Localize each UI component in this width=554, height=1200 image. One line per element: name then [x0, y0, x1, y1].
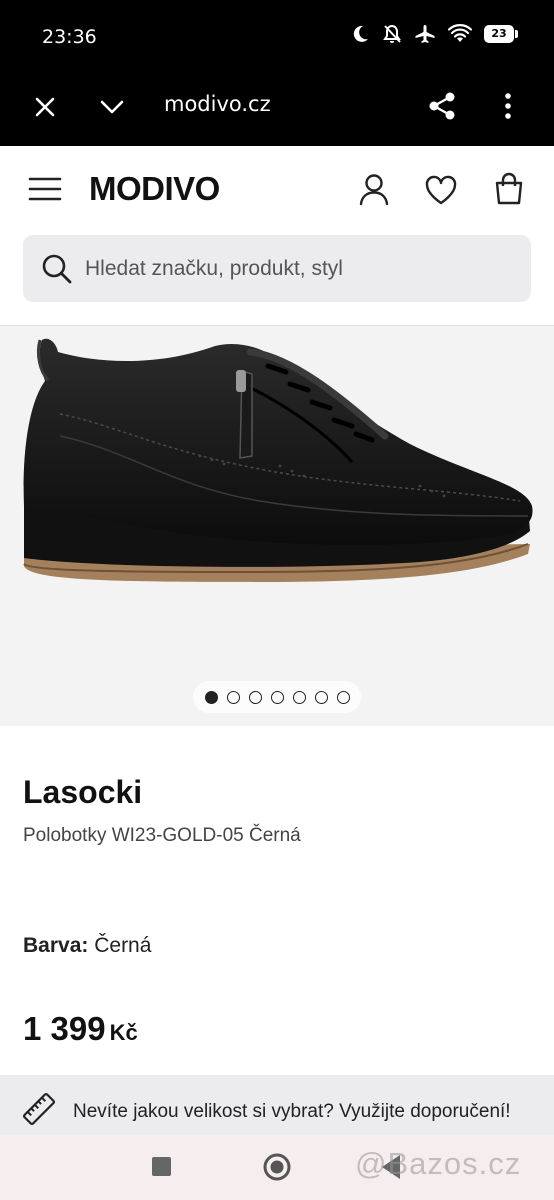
- airplane-icon: [415, 25, 435, 43]
- price-amount: 1 399: [23, 1010, 106, 1047]
- product-price: 1 399 Kč: [23, 1010, 138, 1048]
- carousel-dot[interactable]: [336, 690, 350, 704]
- browser-toolbar: modivo.cz: [0, 70, 554, 146]
- home-icon[interactable]: [262, 1152, 292, 1182]
- user-icon[interactable]: [357, 172, 391, 206]
- carousel-dot[interactable]: [226, 690, 240, 704]
- close-icon[interactable]: [30, 92, 60, 122]
- price-currency: Kč: [109, 1020, 138, 1045]
- wifi-icon: [448, 24, 472, 42]
- chevron-down-icon[interactable]: [97, 92, 127, 122]
- more-icon[interactable]: [496, 90, 520, 122]
- heart-icon[interactable]: [424, 174, 458, 206]
- ruler-icon: [22, 1092, 56, 1126]
- carousel-dot[interactable]: [204, 690, 218, 704]
- bag-icon[interactable]: [492, 172, 526, 206]
- search-icon[interactable]: [41, 253, 73, 285]
- product-brand[interactable]: Lasocki: [23, 774, 142, 811]
- color-row: Barva: Černá: [23, 934, 151, 958]
- site-header: MODIVO: [0, 146, 554, 236]
- recents-icon[interactable]: [152, 1157, 171, 1176]
- size-banner-text[interactable]: Nevíte jakou velikost si vybrat? Využijt…: [73, 1101, 511, 1123]
- site-logo[interactable]: MODIVO: [89, 170, 220, 208]
- search-bar[interactable]: [23, 235, 531, 302]
- carousel-dot[interactable]: [248, 690, 262, 704]
- battery-icon: 23: [484, 25, 518, 43]
- carousel-dot[interactable]: [314, 690, 328, 704]
- color-value: Černá: [94, 934, 152, 957]
- status-icons: 23: [350, 24, 518, 44]
- share-icon[interactable]: [426, 90, 458, 122]
- menu-icon[interactable]: [28, 176, 62, 202]
- carousel-dot[interactable]: [270, 690, 284, 704]
- product-name: Polobotky WI23-GOLD-05 Černá: [23, 825, 301, 846]
- bell-off-icon: [383, 24, 401, 43]
- product-image[interactable]: [0, 326, 554, 726]
- size-recommendation-banner[interactable]: Nevíte jakou velikost si vybrat? Využijt…: [0, 1075, 554, 1135]
- watermark: @Bazos.cz: [355, 1146, 522, 1181]
- search-input[interactable]: [85, 235, 515, 302]
- carousel-dot[interactable]: [292, 690, 306, 704]
- url-text[interactable]: modivo.cz: [164, 92, 271, 116]
- system-nav-bar: @Bazos.cz: [0, 1135, 554, 1200]
- moon-icon: [353, 25, 368, 42]
- carousel-dots: [193, 681, 361, 713]
- status-bar: 23:36 23: [0, 0, 554, 70]
- status-time: 23:36: [42, 26, 97, 48]
- shoe-illustration: [23, 338, 533, 582]
- color-label: Barva:: [23, 934, 89, 957]
